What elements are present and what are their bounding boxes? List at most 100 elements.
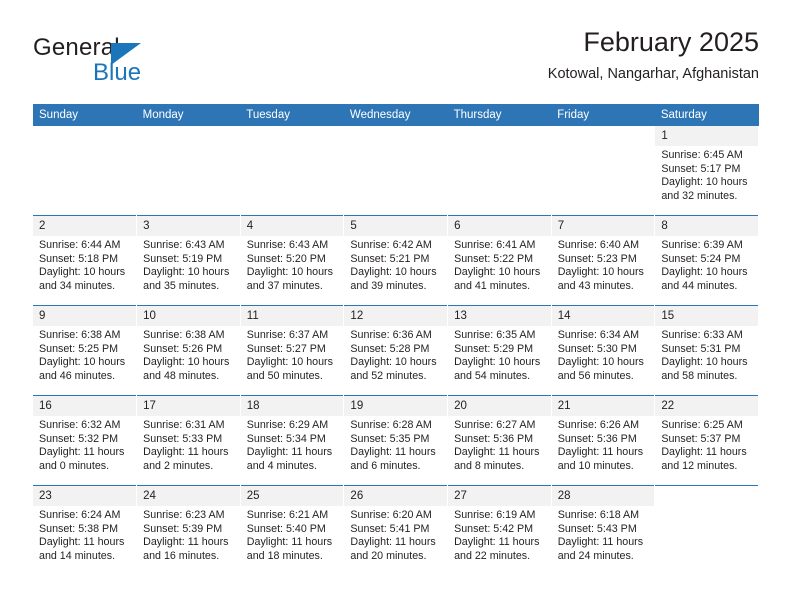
day-details: Sunrise: 6:31 AM Sunset: 5:33 PM Daylight:… bbox=[137, 416, 239, 473]
daylight-text: and 43 minutes. bbox=[557, 279, 634, 292]
calendar-empty-cell bbox=[447, 126, 552, 216]
calendar-day-cell[interactable]: 17 Sunrise: 6:31 AM Sunset: 5:33 PM Dayligh… bbox=[136, 395, 241, 486]
sunset-text: Sunset: 5:42 PM bbox=[454, 522, 534, 535]
day-number: 21 bbox=[551, 396, 654, 416]
calendar-day-cell[interactable]: 2 Sunrise: 6:44 AM Sunset: 5:18 PM Daylight… bbox=[33, 215, 138, 306]
calendar-empty-cell bbox=[136, 126, 241, 216]
sunset-text: Sunset: 5:32 PM bbox=[39, 432, 119, 445]
day-number bbox=[448, 126, 550, 146]
calendar-day-cell[interactable]: 16 Sunrise: 6:32 AM Sunset: 5:32 PM Dayligh… bbox=[33, 395, 138, 486]
calendar-day-cell[interactable]: 28 Sunrise: 6:18 AM Sunset: 5:43 PM Dayligh… bbox=[551, 485, 656, 575]
sunrise-text: Sunrise: 6:27 AM bbox=[454, 419, 536, 431]
calendar-day-cell[interactable]: 6 Sunrise: 6:41 AM Sunset: 5:22 PM Daylight… bbox=[447, 215, 552, 306]
sunrise-text: Sunrise: 6:33 AM bbox=[661, 329, 743, 341]
calendar-page: General Blue February 2025 Kotowal, Nang… bbox=[0, 0, 792, 612]
calendar-day-cell[interactable]: 25 Sunrise: 6:21 AM Sunset: 5:40 PM Dayligh… bbox=[240, 485, 345, 575]
day-number: 20 bbox=[448, 396, 551, 416]
logo-text-blue: Blue bbox=[93, 59, 142, 86]
sunset-text: Sunset: 5:19 PM bbox=[143, 252, 223, 265]
calendar-day-cell[interactable]: 19 Sunrise: 6:28 AM Sunset: 5:35 PM Dayligh… bbox=[343, 395, 449, 486]
daylight-text: Daylight: 10 hours bbox=[143, 356, 230, 369]
daylight-text: Daylight: 11 hours bbox=[246, 446, 333, 459]
calendar-day-cell[interactable]: 3 Sunrise: 6:43 AM Sunset: 5:19 PM Daylight… bbox=[136, 215, 241, 306]
daylight-text: and 35 minutes. bbox=[143, 279, 220, 292]
sunset-text: Sunset: 5:33 PM bbox=[143, 432, 223, 445]
sunrise-text: Sunrise: 6:34 AM bbox=[557, 329, 640, 341]
calendar-day-cell[interactable]: 18 Sunrise: 6:29 AM Sunset: 5:34 PM Dayligh… bbox=[240, 395, 345, 486]
calendar-day-cell[interactable]: 12 Sunrise: 6:36 AM Sunset: 5:28 PM Dayligh… bbox=[343, 305, 449, 396]
sunrise-text: Sunrise: 6:26 AM bbox=[557, 419, 640, 431]
calendar-day-cell[interactable]: 8 Sunrise: 6:39 AM Sunset: 5:24 PM Daylight… bbox=[654, 215, 759, 306]
calendar-day-cell[interactable]: 9 Sunrise: 6:38 AM Sunset: 5:25 PM Daylight… bbox=[33, 305, 138, 396]
sunset-text: Sunset: 5:29 PM bbox=[454, 342, 534, 355]
sunrise-text: Sunrise: 6:25 AM bbox=[661, 419, 743, 431]
sunset-text: Sunset: 5:38 PM bbox=[39, 522, 119, 535]
daylight-text: Daylight: 11 hours bbox=[143, 446, 229, 459]
calendar-day-cell[interactable]: 10 Sunrise: 6:38 AM Sunset: 5:26 PM Dayligh… bbox=[136, 305, 241, 396]
sunset-text: Sunset: 5:28 PM bbox=[350, 342, 430, 355]
sunset-text: Sunset: 5:41 PM bbox=[350, 522, 430, 535]
daylight-text: Daylight: 10 hours bbox=[661, 176, 748, 189]
sunrise-text: Sunrise: 6:32 AM bbox=[39, 419, 121, 431]
daylight-text: Daylight: 10 hours bbox=[246, 266, 333, 279]
calendar-day-cell[interactable]: 5 Sunrise: 6:42 AM Sunset: 5:21 PM Daylight… bbox=[343, 215, 449, 306]
weekday-header-friday: Friday bbox=[551, 104, 655, 126]
day-number: 5 bbox=[344, 216, 447, 236]
day-details: Sunrise: 6:33 AM Sunset: 5:31 PM Daylight:… bbox=[655, 326, 757, 383]
day-details: Sunrise: 6:27 AM Sunset: 5:36 PM Daylight:… bbox=[448, 416, 550, 473]
day-number: 7 bbox=[551, 216, 654, 236]
daylight-text: Daylight: 11 hours bbox=[557, 446, 644, 459]
day-number: 8 bbox=[655, 216, 758, 236]
daylight-text: and 48 minutes. bbox=[143, 369, 220, 382]
day-number: 10 bbox=[137, 306, 240, 326]
calendar-empty-cell bbox=[654, 485, 759, 575]
sunset-text: Sunset: 5:36 PM bbox=[557, 432, 637, 445]
calendar-day-cell[interactable]: 11 Sunrise: 6:37 AM Sunset: 5:27 PM Dayligh… bbox=[240, 305, 345, 396]
calendar-day-cell[interactable]: 26 Sunrise: 6:20 AM Sunset: 5:41 PM Dayligh… bbox=[343, 485, 449, 575]
calendar-day-cell[interactable]: 27 Sunrise: 6:19 AM Sunset: 5:42 PM Dayligh… bbox=[447, 485, 552, 575]
sunrise-text: Sunrise: 6:44 AM bbox=[39, 239, 121, 251]
calendar-day-cell[interactable]: 1 Sunrise: 6:45 AM Sunset: 5:17 PM Daylight… bbox=[654, 126, 759, 216]
calendar-day-cell[interactable]: 20 Sunrise: 6:27 AM Sunset: 5:36 PM Dayligh… bbox=[447, 395, 552, 486]
daylight-text: Daylight: 11 hours bbox=[350, 536, 436, 549]
daylight-text: Daylight: 11 hours bbox=[454, 536, 540, 549]
day-details: Sunrise: 6:44 AM Sunset: 5:18 PM Daylight:… bbox=[33, 236, 136, 293]
sunset-text: Sunset: 5:40 PM bbox=[246, 522, 326, 535]
sunrise-text: Sunrise: 6:18 AM bbox=[557, 509, 640, 521]
calendar-day-cell[interactable]: 7 Sunrise: 6:40 AM Sunset: 5:23 PM Daylight… bbox=[551, 215, 656, 306]
sunrise-text: Sunrise: 6:38 AM bbox=[143, 329, 225, 341]
daylight-text: and 6 minutes. bbox=[350, 459, 421, 472]
daylight-text: and 0 minutes. bbox=[39, 459, 110, 472]
calendar-day-cell[interactable]: 21 Sunrise: 6:26 AM Sunset: 5:36 PM Dayligh… bbox=[551, 395, 656, 486]
general-blue-logo[interactable]: General Blue bbox=[33, 34, 223, 92]
day-details: Sunrise: 6:39 AM Sunset: 5:24 PM Daylight:… bbox=[655, 236, 757, 293]
calendar-day-cell[interactable]: 4 Sunrise: 6:43 AM Sunset: 5:20 PM Daylight… bbox=[240, 215, 345, 306]
day-number: 28 bbox=[551, 486, 654, 506]
daylight-text: Daylight: 11 hours bbox=[39, 446, 125, 459]
sunrise-text: Sunrise: 6:29 AM bbox=[246, 419, 329, 431]
calendar-day-cell[interactable]: 24 Sunrise: 6:23 AM Sunset: 5:39 PM Dayligh… bbox=[136, 485, 241, 575]
day-details: Sunrise: 6:41 AM Sunset: 5:22 PM Daylight:… bbox=[448, 236, 550, 293]
weekday-header-tuesday: Tuesday bbox=[240, 104, 344, 126]
calendar-day-cell[interactable]: 14 Sunrise: 6:34 AM Sunset: 5:30 PM Dayligh… bbox=[551, 305, 656, 396]
day-details: Sunrise: 6:34 AM Sunset: 5:30 PM Daylight:… bbox=[552, 326, 654, 383]
day-details: Sunrise: 6:35 AM Sunset: 5:29 PM Daylight:… bbox=[448, 326, 550, 383]
day-number bbox=[33, 126, 136, 146]
daylight-text: and 12 minutes. bbox=[661, 459, 738, 472]
calendar-day-cell[interactable]: 23 Sunrise: 6:24 AM Sunset: 5:38 PM Dayligh… bbox=[33, 485, 138, 575]
sunset-text: Sunset: 5:27 PM bbox=[246, 342, 326, 355]
daylight-text: Daylight: 11 hours bbox=[350, 446, 436, 459]
sunset-text: Sunset: 5:31 PM bbox=[661, 342, 741, 355]
calendar-day-cell[interactable]: 15 Sunrise: 6:33 AM Sunset: 5:31 PM Dayligh… bbox=[654, 305, 759, 396]
calendar-day-cell[interactable]: 13 Sunrise: 6:35 AM Sunset: 5:29 PM Dayligh… bbox=[447, 305, 552, 396]
day-details: Sunrise: 6:43 AM Sunset: 5:19 PM Daylight:… bbox=[137, 236, 239, 293]
daylight-text: and 2 minutes. bbox=[143, 459, 214, 472]
day-details: Sunrise: 6:37 AM Sunset: 5:27 PM Daylight:… bbox=[241, 326, 343, 383]
daylight-text: and 46 minutes. bbox=[39, 369, 116, 382]
sunrise-text: Sunrise: 6:20 AM bbox=[350, 509, 432, 521]
daylight-text: and 24 minutes. bbox=[557, 549, 634, 562]
calendar-day-cell[interactable]: 22 Sunrise: 6:25 AM Sunset: 5:37 PM Dayligh… bbox=[654, 395, 759, 486]
day-details: Sunrise: 6:36 AM Sunset: 5:28 PM Daylight:… bbox=[344, 326, 446, 383]
sunset-text: Sunset: 5:24 PM bbox=[661, 252, 741, 265]
sunrise-text: Sunrise: 6:23 AM bbox=[143, 509, 225, 521]
